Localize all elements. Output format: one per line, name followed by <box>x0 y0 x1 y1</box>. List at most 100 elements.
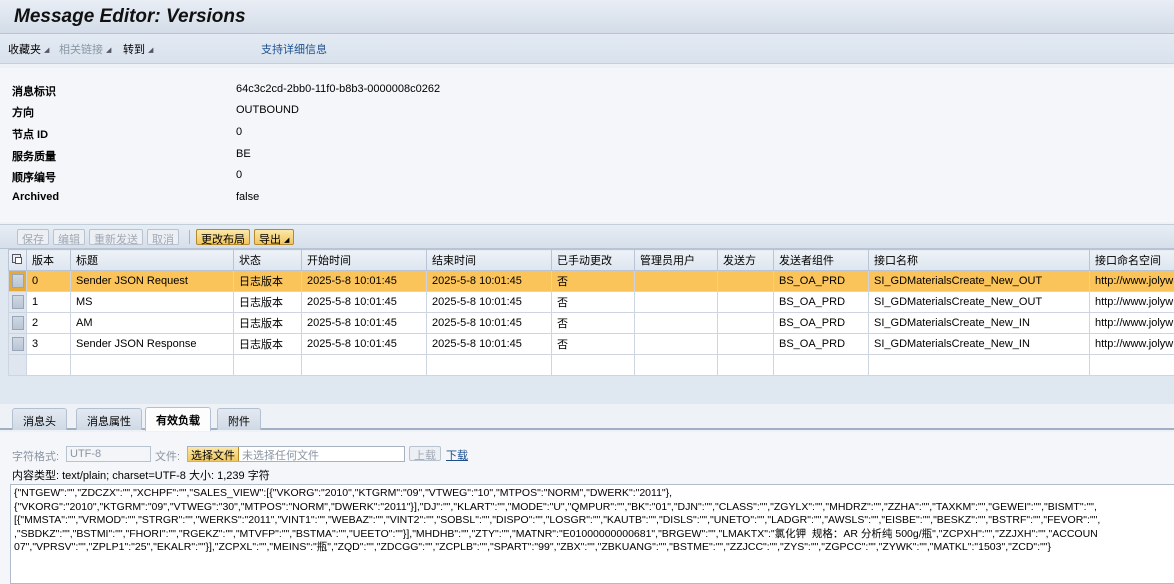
download-link[interactable]: 下载 <box>446 447 468 463</box>
cell-interface-namespace: http://www.jolyw <box>1089 312 1174 334</box>
field-label-qos: 服务质量 <box>12 151 56 163</box>
cell-sender <box>717 333 774 355</box>
cell-end-time: 2025-5-8 10:01:45 <box>426 312 552 334</box>
support-details-link[interactable]: 支持详细信息 <box>261 41 327 57</box>
table-header-row: 版本 标题 状态 开始时间 结束时间 已手动更改 管理员用户 发送方 发送者组件… <box>8 249 1174 271</box>
payload-content-textarea[interactable]: {"NTGEW":"","ZDCZX":"","XCHPF":"","SALES… <box>10 484 1174 584</box>
cell-status: 日志版本 <box>233 312 302 334</box>
field-label-archived: Archived <box>12 191 60 203</box>
column-header-sender[interactable]: 发送方 <box>717 249 774 271</box>
cell-interface-namespace: http://www.jolyw <box>1089 270 1174 292</box>
field-value-node-id: 0 <box>236 126 243 138</box>
payload-line: 07","VPRSV":"","ZPLP1":"25","EKALR":""}]… <box>14 541 1052 553</box>
field-value-direction: OUTBOUND <box>236 104 299 116</box>
tab-message-properties[interactable]: 消息属性 <box>76 408 142 430</box>
file-label: 文件: <box>155 451 181 463</box>
field-value-archived: false <box>236 191 260 203</box>
field-label-message-id: 消息标识 <box>12 86 56 98</box>
menu-favorites[interactable]: 收藏夹 ◢ <box>8 41 49 57</box>
column-header-status[interactable]: 状态 <box>233 249 302 271</box>
cell-sender <box>717 270 774 292</box>
payload-panel: 字符格式: UTF-8 文件: 选择文件 未选择任何文件 上载 下载 内容类型: … <box>0 432 1174 584</box>
cancel-button[interactable]: 取消 <box>147 229 179 246</box>
toolbar-separator <box>189 230 190 244</box>
row-selector[interactable] <box>8 312 27 334</box>
table-toolbar: 保存 编辑 重新发送 取消 更改布局 导出 ◢ <box>0 225 1174 249</box>
field-label-node-id: 节点 ID <box>12 129 49 141</box>
payload-line: {"VKORG":"2010","KTGRM":"09","VTWEG":"30… <box>14 500 1097 513</box>
column-header-sender-component[interactable]: 发送者组件 <box>773 249 869 271</box>
column-header-end-time[interactable]: 结束时间 <box>426 249 552 271</box>
cell-manually-changed: 否 <box>551 270 635 292</box>
select-all-icon[interactable] <box>8 249 27 271</box>
cell-manually-changed: 否 <box>551 291 635 313</box>
export-button[interactable]: 导出 ◢ <box>254 229 295 246</box>
page-title: Message Editor: Versions <box>14 6 246 27</box>
detail-tabs: 消息头 消息属性 有效负载 附件 <box>0 404 1174 431</box>
chevron-down-icon: ◢ <box>284 237 290 244</box>
resend-button[interactable]: 重新发送 <box>89 229 143 246</box>
table-row[interactable]: 3 Sender JSON Response 日志版本 2025-5-8 10:… <box>8 333 1174 355</box>
save-button[interactable]: 保存 <box>17 229 49 246</box>
column-header-title[interactable]: 标题 <box>70 249 234 271</box>
cell-manually-changed: 否 <box>551 333 635 355</box>
payload-line: ,"SBDKZ":"","BSTMI":"","FHORI":"","RGEKZ… <box>14 527 1098 540</box>
cell-interface-name: SI_GDMaterialsCreate_New_OUT <box>868 270 1090 292</box>
table-row[interactable]: 1 MS 日志版本 2025-5-8 10:01:45 2025-5-8 10:… <box>8 291 1174 313</box>
tab-payload[interactable]: 有效负载 <box>145 407 211 431</box>
cell-status: 日志版本 <box>233 333 302 355</box>
upload-button[interactable]: 上载 <box>409 446 441 462</box>
column-header-interface-name[interactable]: 接口名称 <box>868 249 1090 271</box>
choose-file-button[interactable]: 选择文件 <box>188 447 239 461</box>
table-row[interactable]: 0 Sender JSON Request 日志版本 2025-5-8 10:0… <box>8 270 1174 292</box>
row-selector[interactable] <box>8 333 27 355</box>
column-header-interface-namespace[interactable]: 接口命名空间 <box>1089 249 1174 271</box>
cell-interface-name: SI_GDMaterialsCreate_New_IN <box>868 333 1090 355</box>
charset-label: 字符格式: <box>12 451 60 463</box>
cell-title: Sender JSON Response <box>70 333 234 355</box>
row-selector[interactable] <box>8 270 27 292</box>
versions-table: 版本 标题 状态 开始时间 结束时间 已手动更改 管理员用户 发送方 发送者组件… <box>8 249 1174 376</box>
content-type-label: 内容类型: <box>12 470 60 482</box>
tab-message-header[interactable]: 消息头 <box>12 408 67 430</box>
no-file-text: 未选择任何文件 <box>242 450 319 462</box>
column-header-start-time[interactable]: 开始时间 <box>301 249 427 271</box>
message-header-panel: 消息标识 64c3c2cd-2bb0-11f0-b8b3-0000008c026… <box>0 68 1174 222</box>
cell-end-time: 2025-5-8 10:01:45 <box>426 333 552 355</box>
file-input[interactable]: 选择文件 未选择任何文件 <box>187 446 405 462</box>
tab-attachments[interactable]: 附件 <box>217 408 261 430</box>
cell-end-time: 2025-5-8 10:01:45 <box>426 270 552 292</box>
table-row[interactable]: 2 AM 日志版本 2025-5-8 10:01:45 2025-5-8 10:… <box>8 312 1174 334</box>
versions-section: 保存 编辑 重新发送 取消 更改布局 导出 ◢ 版本 标题 状态 开始时间 结束时… <box>0 224 1174 404</box>
column-header-manually-changed[interactable]: 已手动更改 <box>551 249 635 271</box>
edit-button[interactable]: 编辑 <box>53 229 85 246</box>
cell-sender-component: BS_OA_PRD <box>773 312 869 334</box>
cell-sender <box>717 291 774 313</box>
table-row-empty <box>8 354 1174 376</box>
change-layout-button[interactable]: 更改布局 <box>196 229 250 246</box>
column-header-admin-user[interactable]: 管理员用户 <box>634 249 718 271</box>
cell-status: 日志版本 <box>233 291 302 313</box>
content-type-line: 内容类型: text/plain; charset=UTF-8 大小: 1,23… <box>12 467 270 483</box>
cell-sender <box>717 312 774 334</box>
field-label-direction: 方向 <box>12 107 34 119</box>
menu-goto[interactable]: 转到 ◢ <box>123 41 153 57</box>
cell-status: 日志版本 <box>233 270 302 292</box>
cell-manually-changed: 否 <box>551 312 635 334</box>
charset-field[interactable]: UTF-8 <box>66 446 151 462</box>
chevron-down-icon: ◢ <box>44 47 50 54</box>
menu-related-links[interactable]: 相关链接 ◢ <box>59 41 111 57</box>
row-selector[interactable] <box>8 291 27 313</box>
cell-version: 2 <box>26 312 71 334</box>
field-value-sequence: 0 <box>236 169 243 181</box>
cell-start-time: 2025-5-8 10:01:45 <box>301 270 427 292</box>
cell-start-time: 2025-5-8 10:01:45 <box>301 333 427 355</box>
cell-admin-user <box>634 312 718 334</box>
chevron-down-icon: ◢ <box>106 47 112 54</box>
cell-interface-namespace: http://www.jolyw <box>1089 333 1174 355</box>
menu-bar: 收藏夹 ◢ 相关链接 ◢ 转到 ◢ 支持详细信息 <box>0 34 1174 64</box>
column-header-version[interactable]: 版本 <box>26 249 71 271</box>
field-label-sequence: 顺序编号 <box>12 172 56 184</box>
cell-admin-user <box>634 270 718 292</box>
cell-title: Sender JSON Request <box>70 270 234 292</box>
